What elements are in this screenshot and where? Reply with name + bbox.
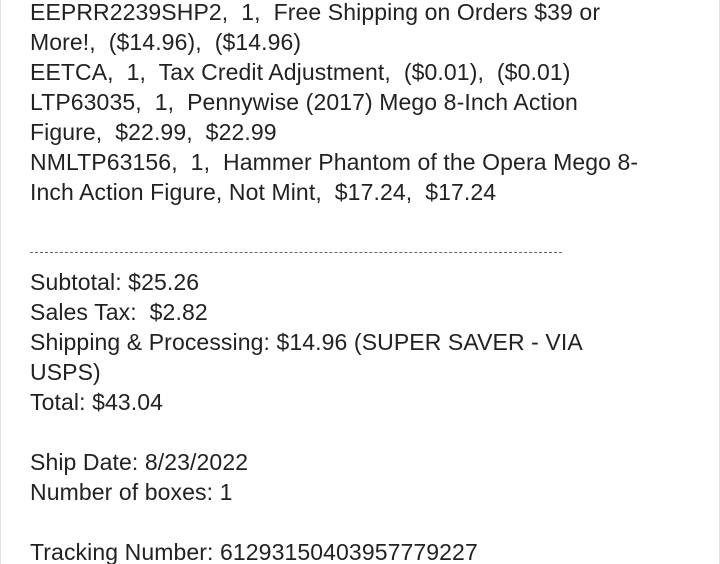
subtotal: Subtotal: $25.26 <box>30 269 200 295</box>
order-item-line: EETCA, 1, Tax Credit Adjustment, ($0.01)… <box>30 59 571 85</box>
tracking-number[interactable]: Tracking Number: 612931504039577792​27 <box>30 537 702 564</box>
divider-rule <box>30 252 562 253</box>
order-item-line: NMLTP63156, 1, Hammer Phantom of the Ope… <box>30 149 639 175</box>
shipping-processing: Shipping & Processing: $14.96 (SUPER SAV… <box>30 329 583 355</box>
number-of-boxes: Number of boxes: 1 <box>30 479 233 505</box>
order-summary: EEPRR2239SHP2, 1, Free Shipping on Order… <box>30 0 702 564</box>
email-viewer: EEPRR2239SHP2, 1, Free Shipping on Order… <box>0 0 720 564</box>
shipping-processing-continued: USPS) <box>30 359 101 385</box>
order-item-line: Figure, $22.99, $22.99 <box>30 119 277 145</box>
order-item-line: LTP63035, 1, Pennywise (2017) Mego 8-Inc… <box>30 89 578 115</box>
total: Total: $43.04 <box>30 389 164 415</box>
order-item-line: Inch Action Figure, Not Mint, $17.24, $1… <box>30 179 497 205</box>
divider <box>30 237 702 267</box>
order-item-line: More!, ($14.96), ($14.96) <box>30 29 302 55</box>
sales-tax: Sales Tax: $2.82 <box>30 299 208 325</box>
ship-date: Ship Date: 8/23/2022 <box>30 449 249 475</box>
order-item-line: EEPRR2239SHP2, 1, Free Shipping on Order… <box>30 0 601 25</box>
